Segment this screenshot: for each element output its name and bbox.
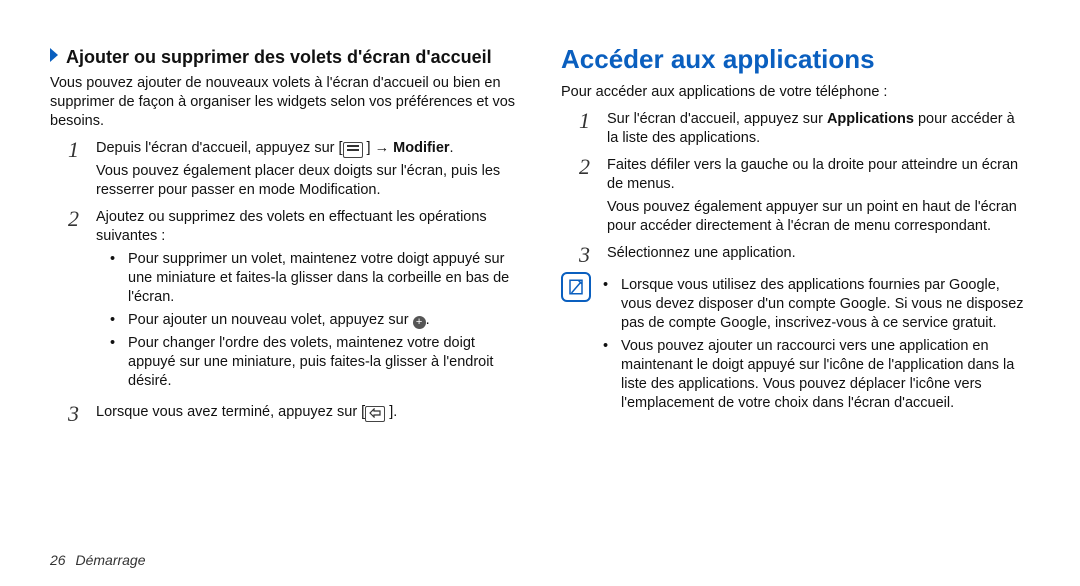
bullet-dot: • xyxy=(110,311,120,330)
bullet-dot: • xyxy=(603,337,613,413)
bullet-dot: • xyxy=(110,250,120,307)
bullet2-post: . xyxy=(426,312,430,328)
r-step-1: 1 Sur l'écran d'accueil, appuyez sur App… xyxy=(579,110,1030,148)
bullet1: Pour supprimer un volet, maintenez votre… xyxy=(128,250,519,307)
left-subheading: Ajouter ou supprimer des volets d'écran … xyxy=(50,44,519,68)
step1-post: . xyxy=(450,140,454,156)
step1-extra: Vous pouvez également placer deux doigts… xyxy=(96,162,519,200)
step-body: Ajoutez ou supprimez des volets en effec… xyxy=(96,208,519,395)
step3-post: ]. xyxy=(385,404,397,420)
step-number: 2 xyxy=(579,156,597,236)
bullet-item: •Pour supprimer un volet, maintenez votr… xyxy=(110,250,519,307)
step1-bold: Modifier xyxy=(393,140,449,156)
step1-arrow: ] → xyxy=(363,140,394,156)
step-number: 2 xyxy=(68,208,86,395)
bullet-dot: • xyxy=(110,334,120,391)
note-bullet: •Lorsque vous utilisez des applications … xyxy=(603,276,1030,333)
bullet2: Pour ajouter un nouveau volet, appuyez s… xyxy=(128,311,430,330)
bullet-dot: • xyxy=(603,276,613,333)
step-body: Sur l'écran d'accueil, appuyez sur Appli… xyxy=(607,110,1030,148)
section-name: Démarrage xyxy=(75,552,145,568)
r1-bold: Applications xyxy=(827,111,914,127)
r1-pre: Sur l'écran d'accueil, appuyez sur xyxy=(607,111,827,127)
step-2: 2 Ajoutez ou supprimez des volets en eff… xyxy=(68,208,519,395)
right-column: Accéder aux applications Pour accéder au… xyxy=(561,44,1030,586)
bullet2-pre: Pour ajouter un nouveau volet, appuyez s… xyxy=(128,312,413,328)
back-icon xyxy=(365,406,385,422)
chevron-icon xyxy=(50,44,60,66)
step-3: 3 Lorsque vous avez terminé, appuyez sur… xyxy=(68,403,519,425)
manual-page: Ajouter ou supprimer des volets d'écran … xyxy=(0,0,1080,586)
left-column: Ajouter ou supprimer des volets d'écran … xyxy=(50,44,519,586)
r-step-3: 3 Sélectionnez une application. xyxy=(579,244,1030,266)
page-number: 26 xyxy=(50,552,66,568)
r2-text: Faites défiler vers la gauche ou la droi… xyxy=(607,157,1018,192)
bullet3: Pour changer l'ordre des volets, mainten… xyxy=(128,334,519,391)
note-icon xyxy=(561,272,591,302)
plus-icon: + xyxy=(413,316,426,329)
step-body: Faites défiler vers la gauche ou la droi… xyxy=(607,156,1030,236)
left-heading-text: Ajouter ou supprimer des volets d'écran … xyxy=(66,47,492,67)
note-block: •Lorsque vous utilisez des applications … xyxy=(561,272,1030,417)
right-heading: Accéder aux applications xyxy=(561,44,1030,75)
step3-pre: Lorsque vous avez terminé, appuyez sur [ xyxy=(96,404,365,420)
step-number: 1 xyxy=(68,139,86,200)
step-number: 3 xyxy=(579,244,597,266)
step-body: Lorsque vous avez terminé, appuyez sur [… xyxy=(96,403,519,425)
menu-icon xyxy=(343,142,363,158)
step-body: Depuis l'écran d'accueil, appuyez sur [ … xyxy=(96,139,519,200)
note-bullet: •Vous pouvez ajouter un raccourci vers u… xyxy=(603,337,1030,413)
bullet-item: • Pour ajouter un nouveau volet, appuyez … xyxy=(110,311,519,330)
left-intro: Vous pouvez ajouter de nouveaux volets à… xyxy=(50,74,519,131)
note-bullets: •Lorsque vous utilisez des applications … xyxy=(603,272,1030,417)
step-body: Sélectionnez une application. xyxy=(607,244,1030,266)
step1-pre: Depuis l'écran d'accueil, appuyez sur [ xyxy=(96,140,343,156)
bullet-item: •Pour changer l'ordre des volets, mainte… xyxy=(110,334,519,391)
note1: Lorsque vous utilisez des applications f… xyxy=(621,276,1030,333)
step2-text: Ajoutez ou supprimez des volets en effec… xyxy=(96,209,487,244)
r2-extra: Vous pouvez également appuyer sur un poi… xyxy=(607,198,1030,236)
step-number: 3 xyxy=(68,403,86,425)
step-number: 1 xyxy=(579,110,597,148)
step-1: 1 Depuis l'écran d'accueil, appuyez sur … xyxy=(68,139,519,200)
page-footer: 26 Démarrage xyxy=(50,552,146,568)
r-step-2: 2 Faites défiler vers la gauche ou la dr… xyxy=(579,156,1030,236)
note2: Vous pouvez ajouter un raccourci vers un… xyxy=(621,337,1030,413)
right-intro: Pour accéder aux applications de votre t… xyxy=(561,83,1030,102)
